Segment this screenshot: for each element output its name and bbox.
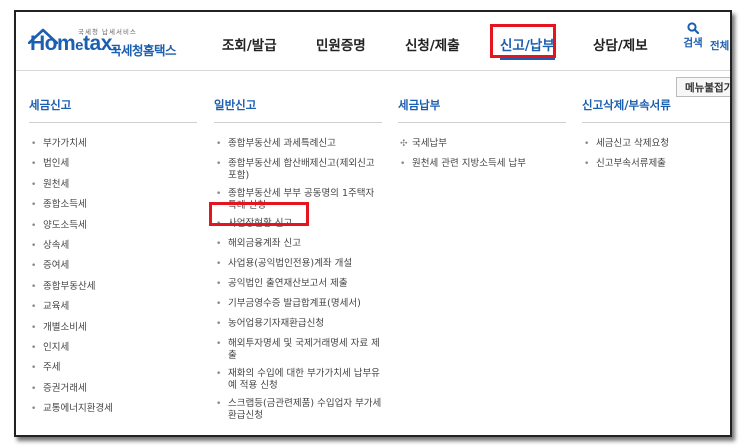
header: 국세청 납세서비스 Hometax. 국세청홈택스 조회/발급 민원증명 신청/… <box>16 12 730 70</box>
menu-item-securities-transaction-tax[interactable]: • 증권거래세 <box>29 383 197 403</box>
menu-item-local-income-tax-payment[interactable]: • 원천세 관련 지방소득세 납부 <box>398 158 566 178</box>
bullet-icon: • <box>31 159 37 170</box>
search-label: 검색 <box>683 37 703 49</box>
bullet-icon: • <box>584 159 590 169</box>
bullet-icon: • <box>31 322 37 333</box>
column-tax-payment: 세금납부 ✣ 국세납부 • 원천세 관련 지방소득세 납부 <box>398 97 566 178</box>
bullet-icon: • <box>31 302 37 313</box>
column-tax-report: 세금신고 • 부가가치세 • 법인세 • 원천세 • 종합소득세 • 양도소득세 • 상속세… <box>29 97 197 423</box>
bullet-icon: • <box>216 239 222 249</box>
menu-item-capital-gains-tax[interactable]: • 양도소득세 <box>29 220 197 240</box>
menu-item-import-vat-deferral[interactable]: • 재화의 수입에 대한 부가가치세 납부유예 적용 신청 <box>214 368 382 398</box>
bullet-icon: • <box>31 363 37 374</box>
bullet-icon: • <box>31 383 37 394</box>
menu-item-liquor-tax[interactable]: • 주세 <box>29 362 197 382</box>
plus-icon: ✣ <box>400 139 408 149</box>
menu-item-individual-consumption-tax[interactable]: • 개별소비세 <box>29 322 197 342</box>
nav-apply-submit[interactable]: 신청/제출 <box>405 34 460 54</box>
column-general-report: 일반신고 • 종합부동산세 과세특례신고 • 종합부동산세 합산배제신고(제외신고 … <box>214 97 382 428</box>
nav-consult-report[interactable]: 상담/제보 <box>593 34 648 54</box>
column-report-delete-attachments: 신고삭제/부속서류 • 세금신고 삭제요청 • 신고부속서류제출 <box>582 97 730 178</box>
bullet-icon: • <box>31 179 37 190</box>
bullet-icon: • <box>216 319 222 329</box>
bullet-icon: • <box>31 240 37 251</box>
menu-item-vat[interactable]: • 부가가치세 <box>29 138 197 158</box>
menu-item-transport-energy-env-tax[interactable]: • 교통에너지환경세 <box>29 403 197 423</box>
column-title: 세금납부 <box>398 97 566 123</box>
menu-item-gift-tax[interactable]: • 증여세 <box>29 260 197 280</box>
bullet-icon: • <box>216 369 222 379</box>
bullet-icon: • <box>216 189 222 199</box>
column-title: 신고삭제/부속서류 <box>582 97 730 123</box>
bullet-icon: • <box>31 281 37 292</box>
menu-item-overseas-account-report[interactable]: • 해외금융계좌 신고 <box>214 238 382 258</box>
menu-item-property-tax-exclusion-report[interactable]: • 종합부동산세 합산배제신고(제외신고 포함) <box>214 158 382 188</box>
menu-item-corporate-tax[interactable]: • 법인세 <box>29 158 197 178</box>
menu-item-scrap-importer-refund[interactable]: • 스크랩등(금관련제품) 수입업자 부가세 환급신청 <box>214 398 382 428</box>
nav-inquiry-issue[interactable]: 조회/발급 <box>222 34 277 54</box>
menu-item-stamp-tax[interactable]: • 인지세 <box>29 342 197 362</box>
menu-item-attachment-submit[interactable]: • 신고부속서류제출 <box>582 158 730 178</box>
all-menu-button[interactable]: 전체 <box>710 38 729 53</box>
bullet-icon: • <box>216 159 222 169</box>
menu-item-withholding-tax[interactable]: • 원천세 <box>29 179 197 199</box>
column-title: 일반신고 <box>214 97 382 123</box>
bullet-icon: • <box>31 404 37 415</box>
menu-item-donation-receipt-summary[interactable]: • 기부금영수증 발급합계표(명세서) <box>214 298 382 318</box>
bullet-icon: • <box>216 139 222 149</box>
bullet-icon: • <box>216 299 222 309</box>
menu-item-business-account-opening[interactable]: • 사업용(공익법인전용)계좌 개설 <box>214 258 382 278</box>
menu-highlight-box <box>209 202 309 226</box>
main-nav: 조회/발급 민원증명 신청/제출 신고/납부 상담/제보 <box>16 30 730 60</box>
bullet-icon: • <box>216 339 222 349</box>
menu-item-overseas-investment-submit[interactable]: • 해외투자명세 및 국제거래명세 자료 제출 <box>214 338 382 368</box>
menu-item-agri-equipment-refund[interactable]: • 농어업용기자재환급신청 <box>214 318 382 338</box>
bullet-icon: • <box>400 159 406 169</box>
bullet-icon: • <box>31 139 37 149</box>
collapse-menu-button[interactable]: 메뉴불접기 <box>676 77 730 97</box>
bullet-icon: • <box>216 399 222 409</box>
search-icon <box>687 22 699 34</box>
bullet-icon: • <box>31 342 37 353</box>
bullet-icon: • <box>31 220 37 231</box>
bullet-icon: • <box>216 279 222 289</box>
menu-item-income-tax[interactable]: • 종합소득세 <box>29 199 197 219</box>
menu-item-inheritance-tax[interactable]: • 상속세 <box>29 240 197 260</box>
menu-item-comprehensive-property-tax[interactable]: • 종합부동산세 <box>29 281 197 301</box>
menu-item-report-delete-request[interactable]: • 세금신고 삭제요청 <box>582 138 730 158</box>
bullet-icon: • <box>584 139 590 149</box>
bullet-icon: • <box>31 261 37 272</box>
menu-item-national-tax-payment[interactable]: ✣ 국세납부 <box>398 138 566 158</box>
bullet-icon: • <box>31 200 37 211</box>
menu-item-property-tax-special-report[interactable]: • 종합부동산세 과세특례신고 <box>214 138 382 158</box>
bullet-icon: • <box>216 259 222 269</box>
search-button[interactable]: 검색 <box>678 22 708 50</box>
submenu-panel: 메뉴불접기 세금신고 • 부가가치세 • 법인세 • 원천세 • 종합소득세 • 양도소득… <box>16 70 730 435</box>
window-frame: 국세청 납세서비스 Hometax. 국세청홈택스 조회/발급 민원증명 신청/… <box>14 10 732 437</box>
nav-highlight-box <box>490 24 556 58</box>
column-title: 세금신고 <box>29 97 197 123</box>
menu-item-public-interest-report[interactable]: • 공익법인 출연재산보고서 제출 <box>214 278 382 298</box>
menu-item-education-tax[interactable]: • 교육세 <box>29 301 197 321</box>
nav-civil-certificate[interactable]: 민원증명 <box>316 34 366 54</box>
